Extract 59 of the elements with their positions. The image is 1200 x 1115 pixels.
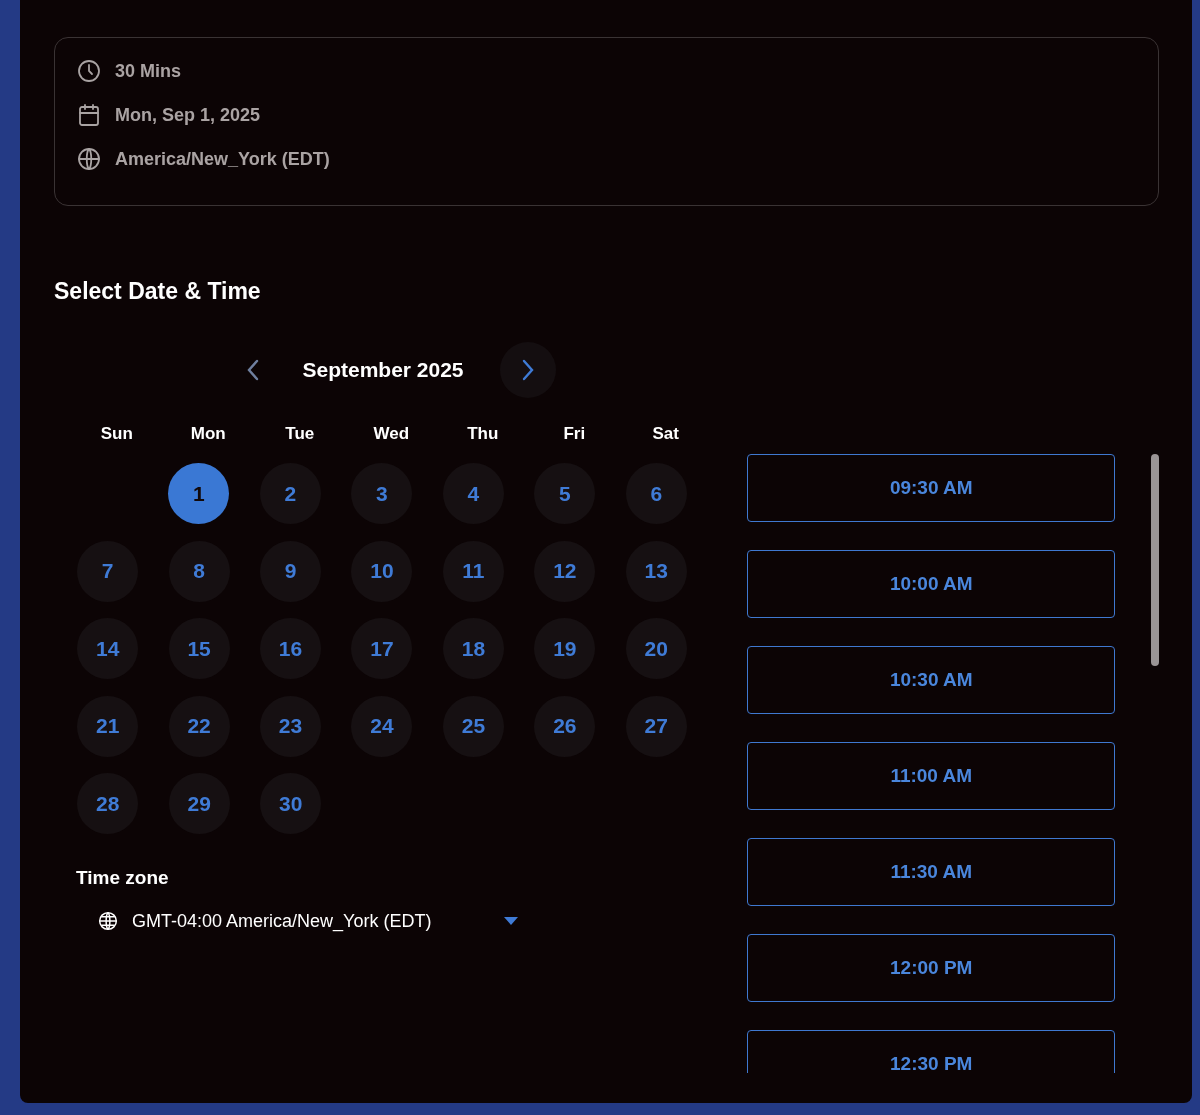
time-slot-button[interactable]: 12:30 PM (747, 1030, 1116, 1073)
day-button[interactable]: 18 (442, 618, 504, 680)
chevron-left-icon (246, 359, 260, 381)
day-button[interactable]: 27 (625, 695, 687, 757)
day-button[interactable]: 6 (625, 463, 687, 525)
weekday-label: Mon (189, 424, 227, 444)
day-button[interactable]: 25 (442, 695, 504, 757)
day-button[interactable]: 19 (534, 618, 596, 680)
day-button[interactable]: 2 (259, 463, 321, 525)
month-title: September 2025 (301, 358, 465, 382)
day-button[interactable]: 7 (77, 540, 139, 602)
weekday-label: Wed (372, 424, 411, 444)
weekday-label: Fri (562, 424, 587, 444)
globe-icon (77, 147, 101, 171)
weekday-label: Tue (284, 424, 316, 444)
day-button[interactable]: 14 (77, 618, 139, 680)
day-button[interactable]: 24 (351, 695, 413, 757)
day-button[interactable]: 26 (534, 695, 596, 757)
time-slot-button[interactable]: 09:30 AM (747, 454, 1116, 522)
globe-icon (98, 911, 118, 931)
day-button[interactable]: 3 (351, 463, 413, 525)
weekday-label: Thu (466, 424, 500, 444)
time-slot-button[interactable]: 11:00 AM (747, 742, 1116, 810)
summary-text: Mon, Sep 1, 2025 (115, 104, 261, 126)
time-slot-button[interactable]: 11:30 AM (747, 838, 1116, 906)
day-button[interactable]: 11 (442, 540, 504, 602)
day-button[interactable]: 13 (625, 540, 687, 602)
day-button[interactable]: 23 (260, 695, 322, 757)
summary-text: America/New_York (EDT) (115, 148, 330, 170)
time-slot-button[interactable]: 10:30 AM (747, 646, 1116, 714)
day-button[interactable]: 15 (168, 618, 230, 680)
day-button[interactable]: 30 (260, 773, 322, 835)
day-button[interactable]: 29 (168, 773, 230, 835)
caret-icon (504, 917, 518, 925)
calendar-icon (77, 103, 101, 127)
section-heading: Select Date & Time (54, 277, 262, 305)
day-button[interactable]: 5 (534, 463, 596, 525)
weekday-label: Sun (99, 424, 134, 444)
day-button[interactable]: 16 (260, 618, 322, 680)
day-button[interactable]: 20 (625, 618, 687, 680)
day-button[interactable]: 17 (351, 618, 413, 680)
time-slot-button[interactable]: 10:00 AM (747, 550, 1116, 618)
summary-text: 30 Mins (115, 60, 182, 82)
weekday-label: Sat (651, 424, 680, 444)
scrollbar-thumb[interactable] (1151, 454, 1159, 666)
day-button[interactable]: 8 (168, 540, 230, 602)
time-zone-label: Time zone (76, 866, 170, 889)
day-button[interactable]: 1 (168, 463, 230, 525)
chevron-right-icon (521, 359, 535, 381)
time-zone-select[interactable]: GMT-04:00 America/New_York (EDT) (98, 910, 518, 932)
day-button[interactable]: 9 (260, 540, 322, 602)
day-button[interactable]: 21 (77, 695, 139, 757)
day-button[interactable]: 28 (77, 773, 139, 835)
day-button[interactable]: 12 (534, 540, 596, 602)
day-button[interactable]: 4 (442, 463, 504, 525)
clock-icon (77, 59, 101, 83)
time-slot-button[interactable]: 12:00 PM (747, 934, 1116, 1002)
day-button[interactable]: 10 (351, 540, 413, 602)
day-button[interactable]: 22 (168, 695, 230, 757)
